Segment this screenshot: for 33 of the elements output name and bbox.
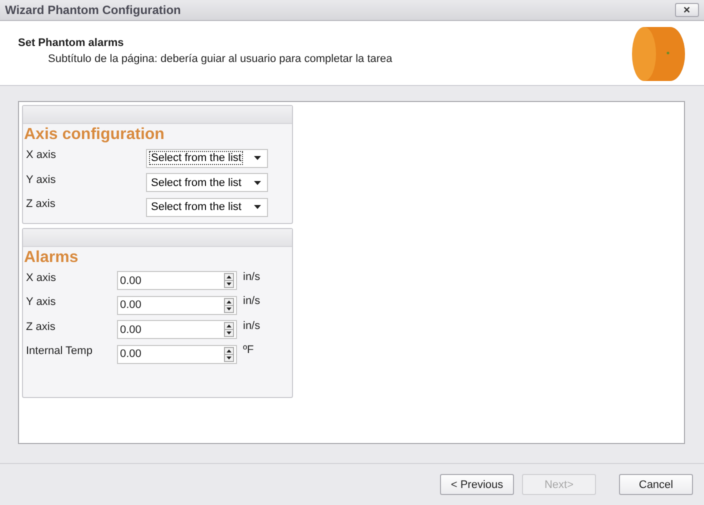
field-label: Z axis: [26, 198, 56, 210]
window-title: Wizard Phantom Configuration: [5, 3, 181, 17]
spinner-icon[interactable]: [224, 298, 234, 313]
wizard-button[interactable]: Cancel: [619, 474, 693, 495]
page-title: Set Phantom alarms: [18, 37, 125, 49]
number-field[interactable]: 0.00: [117, 296, 237, 315]
group-title: Alarms: [24, 248, 78, 266]
group-title: Axis configuration: [24, 126, 164, 144]
dropdown[interactable]: Select from the list: [146, 148, 268, 168]
number-field[interactable]: 0.00: [117, 344, 237, 364]
dropdown[interactable]: Select from the list: [146, 173, 268, 192]
spinner-icon[interactable]: [224, 322, 234, 338]
unit-label: in/s: [243, 320, 260, 332]
field-label: X axis: [26, 149, 57, 161]
unit-label: in/s: [243, 270, 260, 282]
wizard-button[interactable]: < Previous: [440, 474, 514, 495]
number-field[interactable]: 0.00: [117, 320, 237, 340]
field-label: Y axis: [26, 296, 57, 308]
close-button[interactable]: ✕: [675, 3, 699, 17]
number-field[interactable]: 0.00: [117, 271, 237, 290]
unit-label: in/s: [243, 295, 260, 307]
spinner-icon[interactable]: [224, 273, 234, 288]
unit-label: ºF: [243, 344, 254, 356]
dropdown[interactable]: Select from the list: [146, 198, 268, 217]
page-subtitle: Subtítulo de la página: debería guiar al usuario para completar la tarea: [48, 53, 392, 65]
caret-icon: [254, 205, 261, 210]
field-label: Y axis: [26, 174, 57, 186]
field-label: X axis: [26, 272, 57, 284]
field-label: Internal Temp: [26, 345, 94, 357]
spinner-icon[interactable]: [224, 346, 234, 362]
field-label: Z axis: [26, 320, 56, 332]
caret-icon: [254, 156, 261, 160]
caret-icon: [254, 180, 261, 185]
